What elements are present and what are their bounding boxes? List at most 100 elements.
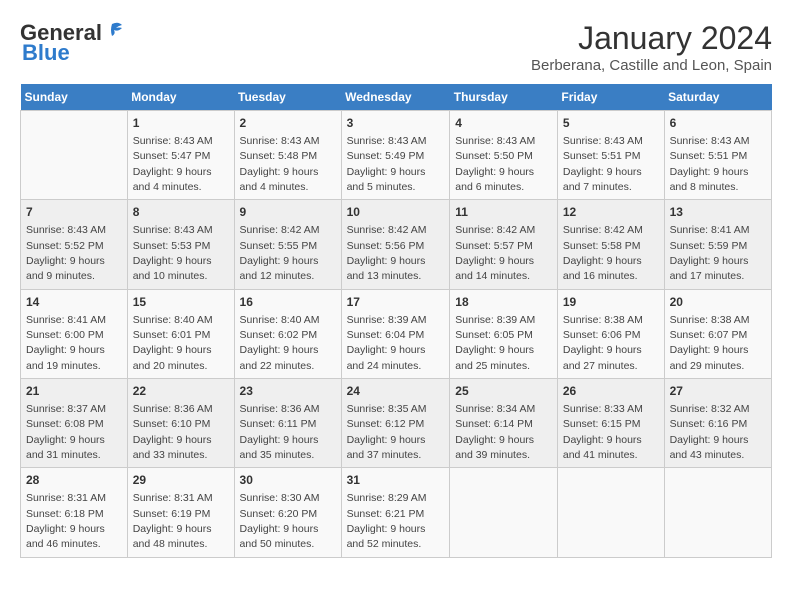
- calendar-body: 1 Sunrise: 8:43 AM Sunset: 5:47 PM Dayli…: [21, 111, 772, 558]
- cell-daylight: Daylight: 9 hours and 12 minutes.: [240, 255, 319, 282]
- cell-sunset: Sunset: 5:59 PM: [670, 240, 748, 252]
- cell-sunrise: Sunrise: 8:38 AM: [670, 314, 750, 326]
- cell-sunrise: Sunrise: 8:29 AM: [347, 492, 427, 504]
- cell-daylight: Daylight: 9 hours and 14 minutes.: [455, 255, 534, 282]
- day-number: 22: [133, 383, 229, 400]
- cell-sunrise: Sunrise: 8:43 AM: [240, 135, 320, 147]
- cell-daylight: Daylight: 9 hours and 24 minutes.: [347, 344, 426, 371]
- calendar-week-1: 1 Sunrise: 8:43 AM Sunset: 5:47 PM Dayli…: [21, 111, 772, 200]
- cell-sunrise: Sunrise: 8:36 AM: [240, 403, 320, 415]
- calendar-cell: 12 Sunrise: 8:42 AM Sunset: 5:58 PM Dayl…: [557, 200, 664, 289]
- cell-sunset: Sunset: 5:50 PM: [455, 150, 533, 162]
- cell-sunrise: Sunrise: 8:38 AM: [563, 314, 643, 326]
- cell-daylight: Daylight: 9 hours and 13 minutes.: [347, 255, 426, 282]
- cell-sunrise: Sunrise: 8:42 AM: [563, 224, 643, 236]
- cell-sunrise: Sunrise: 8:37 AM: [26, 403, 106, 415]
- cell-daylight: Daylight: 9 hours and 4 minutes.: [240, 166, 319, 193]
- cell-sunrise: Sunrise: 8:43 AM: [670, 135, 750, 147]
- calendar-week-2: 7 Sunrise: 8:43 AM Sunset: 5:52 PM Dayli…: [21, 200, 772, 289]
- calendar-cell: 8 Sunrise: 8:43 AM Sunset: 5:53 PM Dayli…: [127, 200, 234, 289]
- cell-daylight: Daylight: 9 hours and 50 minutes.: [240, 523, 319, 550]
- cell-sunset: Sunset: 6:04 PM: [347, 329, 425, 341]
- cell-daylight: Daylight: 9 hours and 25 minutes.: [455, 344, 534, 371]
- cell-sunrise: Sunrise: 8:32 AM: [670, 403, 750, 415]
- cell-sunrise: Sunrise: 8:43 AM: [133, 224, 213, 236]
- day-number: 8: [133, 204, 229, 221]
- cell-sunrise: Sunrise: 8:39 AM: [455, 314, 535, 326]
- day-number: 31: [347, 472, 445, 489]
- day-number: 1: [133, 115, 229, 132]
- cell-sunrise: Sunrise: 8:33 AM: [563, 403, 643, 415]
- calendar-cell: 24 Sunrise: 8:35 AM Sunset: 6:12 PM Dayl…: [341, 379, 450, 468]
- calendar-cell: 30 Sunrise: 8:30 AM Sunset: 6:20 PM Dayl…: [234, 468, 341, 557]
- page-header: General Blue January 2024 Berberana, Cas…: [20, 20, 772, 74]
- day-number: 23: [240, 383, 336, 400]
- day-number: 29: [133, 472, 229, 489]
- cell-sunset: Sunset: 5:55 PM: [240, 240, 318, 252]
- calendar-cell: 26 Sunrise: 8:33 AM Sunset: 6:15 PM Dayl…: [557, 379, 664, 468]
- cell-daylight: Daylight: 9 hours and 16 minutes.: [563, 255, 642, 282]
- day-number: 15: [133, 294, 229, 311]
- day-number: 18: [455, 294, 552, 311]
- cell-sunset: Sunset: 6:19 PM: [133, 508, 211, 520]
- day-number: 25: [455, 383, 552, 400]
- cell-daylight: Daylight: 9 hours and 35 minutes.: [240, 434, 319, 461]
- day-number: 14: [26, 294, 122, 311]
- cell-sunset: Sunset: 5:57 PM: [455, 240, 533, 252]
- cell-daylight: Daylight: 9 hours and 48 minutes.: [133, 523, 212, 550]
- cell-sunset: Sunset: 6:01 PM: [133, 329, 211, 341]
- calendar-cell: 25 Sunrise: 8:34 AM Sunset: 6:14 PM Dayl…: [450, 379, 558, 468]
- day-number: 30: [240, 472, 336, 489]
- calendar-cell: 14 Sunrise: 8:41 AM Sunset: 6:00 PM Dayl…: [21, 289, 128, 378]
- cell-daylight: Daylight: 9 hours and 33 minutes.: [133, 434, 212, 461]
- cell-sunset: Sunset: 6:14 PM: [455, 418, 533, 430]
- cell-sunrise: Sunrise: 8:43 AM: [563, 135, 643, 147]
- day-number: 5: [563, 115, 659, 132]
- cell-sunset: Sunset: 6:00 PM: [26, 329, 104, 341]
- day-number: 9: [240, 204, 336, 221]
- day-number: 12: [563, 204, 659, 221]
- cell-sunrise: Sunrise: 8:35 AM: [347, 403, 427, 415]
- calendar-cell: 22 Sunrise: 8:36 AM Sunset: 6:10 PM Dayl…: [127, 379, 234, 468]
- cell-sunrise: Sunrise: 8:41 AM: [670, 224, 750, 236]
- day-number: 16: [240, 294, 336, 311]
- calendar-cell: 18 Sunrise: 8:39 AM Sunset: 6:05 PM Dayl…: [450, 289, 558, 378]
- calendar-cell: 3 Sunrise: 8:43 AM Sunset: 5:49 PM Dayli…: [341, 111, 450, 200]
- day-number: 24: [347, 383, 445, 400]
- header-day-friday: Friday: [557, 84, 664, 111]
- calendar-cell: 11 Sunrise: 8:42 AM Sunset: 5:57 PM Dayl…: [450, 200, 558, 289]
- title-block: January 2024 Berberana, Castille and Leo…: [531, 20, 772, 74]
- cell-sunset: Sunset: 6:21 PM: [347, 508, 425, 520]
- cell-daylight: Daylight: 9 hours and 27 minutes.: [563, 344, 642, 371]
- calendar-week-3: 14 Sunrise: 8:41 AM Sunset: 6:00 PM Dayl…: [21, 289, 772, 378]
- calendar-cell: 7 Sunrise: 8:43 AM Sunset: 5:52 PM Dayli…: [21, 200, 128, 289]
- cell-daylight: Daylight: 9 hours and 37 minutes.: [347, 434, 426, 461]
- cell-sunrise: Sunrise: 8:43 AM: [455, 135, 535, 147]
- cell-sunset: Sunset: 6:16 PM: [670, 418, 748, 430]
- cell-sunset: Sunset: 5:51 PM: [563, 150, 641, 162]
- calendar-cell: 17 Sunrise: 8:39 AM Sunset: 6:04 PM Dayl…: [341, 289, 450, 378]
- cell-sunrise: Sunrise: 8:42 AM: [240, 224, 320, 236]
- cell-daylight: Daylight: 9 hours and 43 minutes.: [670, 434, 749, 461]
- calendar-cell: 15 Sunrise: 8:40 AM Sunset: 6:01 PM Dayl…: [127, 289, 234, 378]
- calendar-cell: 29 Sunrise: 8:31 AM Sunset: 6:19 PM Dayl…: [127, 468, 234, 557]
- calendar-cell: 2 Sunrise: 8:43 AM Sunset: 5:48 PM Dayli…: [234, 111, 341, 200]
- header-day-wednesday: Wednesday: [341, 84, 450, 111]
- calendar-cell: [664, 468, 771, 557]
- cell-daylight: Daylight: 9 hours and 19 minutes.: [26, 344, 105, 371]
- calendar-cell: 5 Sunrise: 8:43 AM Sunset: 5:51 PM Dayli…: [557, 111, 664, 200]
- calendar-week-4: 21 Sunrise: 8:37 AM Sunset: 6:08 PM Dayl…: [21, 379, 772, 468]
- day-number: 13: [670, 204, 766, 221]
- cell-daylight: Daylight: 9 hours and 46 minutes.: [26, 523, 105, 550]
- day-number: 21: [26, 383, 122, 400]
- cell-sunrise: Sunrise: 8:34 AM: [455, 403, 535, 415]
- calendar-cell: 31 Sunrise: 8:29 AM Sunset: 6:21 PM Dayl…: [341, 468, 450, 557]
- cell-daylight: Daylight: 9 hours and 7 minutes.: [563, 166, 642, 193]
- cell-sunset: Sunset: 6:12 PM: [347, 418, 425, 430]
- calendar-cell: [21, 111, 128, 200]
- cell-daylight: Daylight: 9 hours and 20 minutes.: [133, 344, 212, 371]
- cell-sunrise: Sunrise: 8:43 AM: [26, 224, 106, 236]
- cell-sunset: Sunset: 6:10 PM: [133, 418, 211, 430]
- cell-sunrise: Sunrise: 8:40 AM: [133, 314, 213, 326]
- cell-daylight: Daylight: 9 hours and 4 minutes.: [133, 166, 212, 193]
